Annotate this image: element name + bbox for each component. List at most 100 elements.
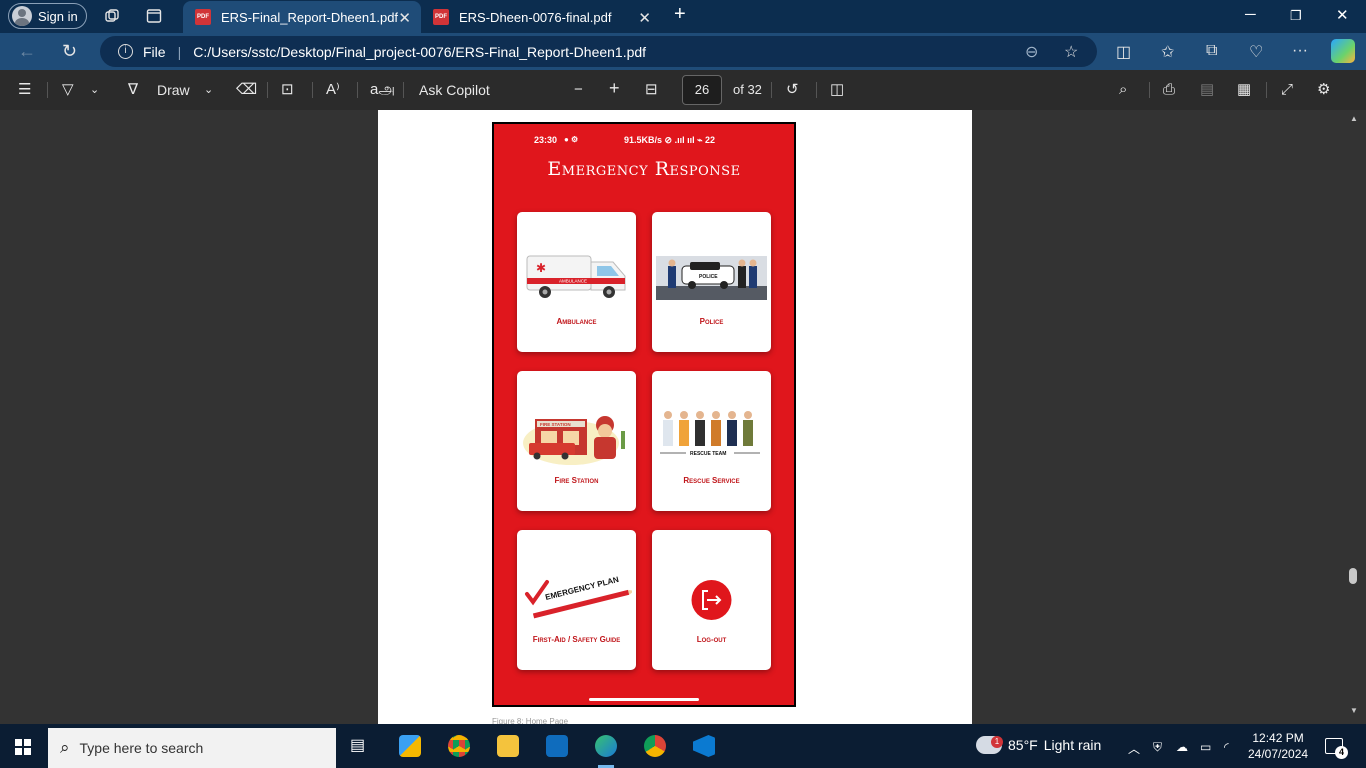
show-hidden-icons-chevron-icon[interactable]: ︿ bbox=[1128, 740, 1140, 757]
fullscreen-icon[interactable]: ⤢ bbox=[1281, 82, 1293, 98]
new-tab-icon[interactable]: + bbox=[674, 3, 686, 26]
chrome-icon[interactable] bbox=[448, 735, 470, 757]
logout-card: Log-out bbox=[652, 530, 771, 670]
scroll-down-arrow[interactable]: ▼ bbox=[1350, 706, 1358, 715]
save-as-icon[interactable]: ▦ bbox=[1237, 82, 1251, 98]
outlook-icon[interactable] bbox=[546, 735, 568, 757]
rotate-icon[interactable]: ↺ bbox=[786, 82, 799, 98]
divider bbox=[1149, 82, 1150, 98]
divider bbox=[312, 82, 313, 98]
add-text-icon[interactable]: ⊡ bbox=[281, 82, 294, 98]
edge-icon[interactable] bbox=[595, 735, 617, 757]
scrollbar-thumb[interactable] bbox=[1349, 568, 1357, 584]
ambulance-label: Ambulance bbox=[556, 317, 597, 326]
tab-ers-dheen-final[interactable]: PDF ERS-Dheen-0076-final.pdf ✕ bbox=[421, 1, 661, 33]
file-explorer-icon[interactable] bbox=[497, 735, 519, 757]
divider bbox=[816, 82, 817, 98]
notifications-icon[interactable]: 4 bbox=[1325, 738, 1348, 759]
close-window-icon[interactable]: ✕ bbox=[1336, 6, 1349, 24]
contents-icon[interactable]: ☰ bbox=[18, 82, 31, 98]
ambulance-image: ✱ AMBULANCE bbox=[526, 255, 626, 298]
url-text: C:/Users/sstc/Desktop/Final_project-0076… bbox=[193, 43, 647, 60]
tab-title: ERS-Dheen-0076-final.pdf bbox=[459, 9, 612, 25]
security-icon[interactable]: ⛨ bbox=[1153, 740, 1162, 755]
scroll-up-arrow[interactable]: ▲ bbox=[1350, 114, 1358, 123]
draw-icon[interactable]: ∇ bbox=[128, 82, 138, 98]
favorites-icon[interactable]: ✩ bbox=[1161, 42, 1174, 62]
status-icons-left: ● ⚙ bbox=[564, 135, 579, 144]
save-icon[interactable]: ▤ bbox=[1200, 82, 1214, 98]
split-screen-icon[interactable]: ◫ bbox=[1116, 42, 1131, 62]
minimize-icon[interactable]: ─ bbox=[1245, 6, 1256, 23]
read-aloud-icon[interactable]: A⁾ bbox=[326, 82, 340, 98]
copilot-icon[interactable] bbox=[1331, 39, 1355, 63]
ask-copilot-button[interactable]: Ask Copilot bbox=[419, 82, 490, 98]
pdf-file-icon: PDF bbox=[195, 9, 211, 25]
home-indicator bbox=[589, 698, 699, 701]
translate-icon[interactable]: aஅ bbox=[370, 82, 395, 98]
weather-badge: 1 bbox=[991, 736, 1003, 748]
restore-icon[interactable]: ❐ bbox=[1290, 8, 1302, 24]
collections-icon[interactable]: ⧉ bbox=[1206, 42, 1217, 60]
start-windows-icon[interactable] bbox=[15, 739, 31, 755]
fire-station-card: FIRE STATION Fire Station bbox=[517, 371, 636, 511]
weather-desc: Light rain bbox=[1043, 737, 1102, 753]
divider bbox=[1266, 82, 1267, 98]
page-number-input[interactable]: 26 bbox=[682, 75, 722, 105]
highlight-icon[interactable]: ▽ bbox=[62, 82, 74, 98]
divider bbox=[403, 82, 404, 98]
microsoft-store-icon[interactable] bbox=[399, 735, 421, 757]
tab-ers-final-report[interactable]: PDF ERS-Final_Report-Dheen1.pdf ✕ bbox=[183, 1, 421, 33]
browser-essentials-icon[interactable]: ♡ bbox=[1249, 42, 1263, 62]
zoom-out-icon[interactable]: − bbox=[574, 82, 583, 98]
close-tab-icon[interactable]: ✕ bbox=[398, 9, 411, 27]
divider bbox=[47, 82, 48, 98]
fire-station-label: Fire Station bbox=[554, 476, 599, 485]
emergency-plan-image: EMERGENCY PLAN bbox=[525, 575, 632, 619]
zoom-icon[interactable]: ⊖ bbox=[1025, 42, 1038, 62]
taskbar-search-input[interactable]: ⌕ Type here to search bbox=[48, 728, 336, 768]
first-aid-label: First-Aid / Safety Guide bbox=[532, 635, 621, 644]
wifi-icon[interactable]: ◜ bbox=[1224, 740, 1229, 754]
draw-label[interactable]: Draw bbox=[157, 82, 190, 98]
pdf-viewer[interactable]: 23:30 ● ⚙ 91.5KB/s ⊘ .ııl ııl ⌁ 22 Emerg… bbox=[0, 110, 1366, 726]
page-total: of 32 bbox=[733, 82, 762, 97]
print-icon[interactable]: ⎙ bbox=[1163, 82, 1175, 98]
logout-icon bbox=[691, 580, 732, 620]
favorite-star-icon[interactable]: ☆ bbox=[1064, 42, 1078, 62]
search-icon: ⌕ bbox=[60, 738, 70, 757]
back-icon[interactable]: ← bbox=[18, 42, 36, 60]
page-view-icon[interactable]: ◫ bbox=[830, 82, 844, 98]
vscode-icon[interactable] bbox=[693, 735, 715, 757]
address-bar-row: ← ↻ i File | C:/Users/sstc/Desktop/Final… bbox=[0, 33, 1366, 70]
divider bbox=[771, 82, 772, 98]
search-icon[interactable]: ⌕ bbox=[1119, 82, 1127, 98]
settings-gear-icon[interactable]: ⚙ bbox=[1317, 82, 1330, 98]
address-input[interactable]: i File | C:/Users/sstc/Desktop/Final_pro… bbox=[100, 36, 1097, 67]
workspaces-icon[interactable] bbox=[104, 8, 120, 24]
police-label: Police bbox=[699, 317, 724, 326]
tab-actions-icon[interactable] bbox=[146, 8, 162, 24]
rescue-team-image: RESCUE TEAM bbox=[660, 411, 760, 457]
battery-icon[interactable]: ▭ bbox=[1200, 740, 1211, 754]
refresh-icon[interactable]: ↻ bbox=[62, 42, 77, 60]
draw-dropdown-icon[interactable]: ⌄ bbox=[204, 82, 213, 98]
notification-count: 4 bbox=[1335, 746, 1348, 759]
highlight-dropdown-icon[interactable]: ⌄ bbox=[90, 82, 99, 98]
divider bbox=[357, 82, 358, 98]
close-tab-icon[interactable]: ✕ bbox=[638, 9, 651, 27]
clock-time: 12:42 PM bbox=[1252, 731, 1304, 745]
taskbar-clock[interactable]: 12:42 PM 24/07/2024 bbox=[1248, 730, 1308, 762]
zoom-in-icon[interactable]: + bbox=[609, 79, 620, 97]
fire-station-art-text: FIRE STATION bbox=[540, 422, 571, 427]
site-info-icon[interactable]: i bbox=[118, 44, 133, 59]
erase-icon[interactable]: ⌫ bbox=[236, 82, 257, 98]
more-menu-icon[interactable]: ··· bbox=[1292, 42, 1308, 60]
task-view-icon[interactable]: ▤ bbox=[350, 735, 372, 757]
chrome-profile-icon[interactable] bbox=[644, 735, 666, 757]
sign-in-button[interactable]: Sign in bbox=[8, 3, 87, 29]
police-image: POLICE bbox=[656, 256, 767, 300]
weather-temp: 85°F bbox=[1008, 737, 1038, 753]
fit-page-icon[interactable]: ⊟ bbox=[645, 82, 658, 98]
onedrive-cloud-icon[interactable]: ☁ bbox=[1176, 740, 1188, 754]
